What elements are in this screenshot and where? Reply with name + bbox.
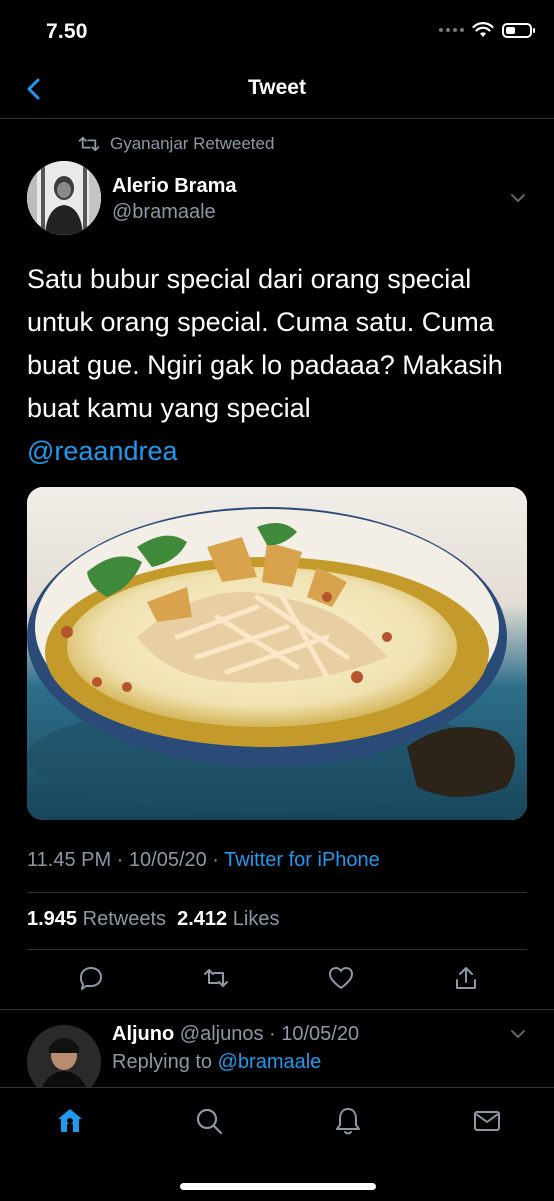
tweet-body: Satu bubur special dari orang special un… xyxy=(27,264,503,423)
replying-to: Replying to @bramaale xyxy=(112,1051,321,1074)
heart-icon[interactable] xyxy=(327,964,355,992)
battery-icon xyxy=(502,22,535,38)
mail-icon[interactable] xyxy=(472,1106,502,1136)
retweets-stat[interactable]: 1.945 Retweets xyxy=(27,908,166,930)
wifi-icon xyxy=(472,22,494,37)
retweeted-label: Gyananjar Retweeted xyxy=(110,134,275,153)
author-handle[interactable]: @bramaale xyxy=(112,201,216,224)
retweet-icon xyxy=(78,136,100,152)
share-icon[interactable] xyxy=(452,964,480,992)
home-indicator xyxy=(180,1183,376,1190)
replying-to-label: Replying to xyxy=(112,1051,218,1073)
replying-to-handle[interactable]: @bramaale xyxy=(218,1051,322,1073)
search-icon[interactable] xyxy=(194,1106,224,1136)
author-name[interactable]: Alerio Brama xyxy=(112,175,237,198)
likes-label: Likes xyxy=(232,908,280,930)
nav-bar: Tweet xyxy=(0,64,554,119)
avatar[interactable] xyxy=(27,161,101,235)
reply-handle-date: @aljunos · 10/05/20 xyxy=(174,1023,360,1045)
mention-link[interactable]: @reaandrea xyxy=(27,436,178,466)
tweet-actions xyxy=(27,960,527,1000)
tweet-text: Satu bubur special dari orang special un… xyxy=(27,258,532,473)
tweet-meta: 11.45 PM · 10/05/20 · Twitter for iPhone xyxy=(27,849,380,872)
food-photo xyxy=(27,487,527,820)
comment-icon[interactable] xyxy=(77,964,105,992)
divider xyxy=(0,1009,554,1010)
status-icons xyxy=(439,22,535,38)
retweeted-by[interactable]: Gyananjar Retweeted xyxy=(78,134,274,154)
chevron-down-icon[interactable] xyxy=(510,1028,526,1040)
divider xyxy=(27,892,527,893)
home-icon[interactable] xyxy=(55,1106,85,1136)
chevron-down-icon[interactable] xyxy=(510,192,526,204)
bell-icon[interactable] xyxy=(333,1106,363,1136)
divider xyxy=(27,949,527,950)
tweet-stats: 1.945 Retweets 2.412 Likes xyxy=(27,908,279,931)
likes-stat[interactable]: 2.412 Likes xyxy=(177,908,279,930)
tweet-source-link[interactable]: Twitter for iPhone xyxy=(224,849,380,871)
retweet-icon[interactable] xyxy=(202,964,230,992)
status-bar: 7.50 xyxy=(0,0,554,64)
likes-count: 2.412 xyxy=(177,908,228,930)
page-title: Tweet xyxy=(248,76,306,99)
reply-author-name[interactable]: Aljuno xyxy=(112,1023,174,1045)
tweet-image[interactable] xyxy=(27,487,527,820)
retweets-count: 1.945 xyxy=(27,908,78,930)
signal-icon xyxy=(439,28,464,32)
tweet-timestamp: 11.45 PM · 10/05/20 · xyxy=(27,849,225,871)
reply-header: Aljuno @aljunos · 10/05/20 xyxy=(112,1023,359,1046)
status-time: 7.50 xyxy=(46,20,88,43)
retweets-label: Retweets xyxy=(82,908,166,930)
avatar-image xyxy=(27,161,101,235)
